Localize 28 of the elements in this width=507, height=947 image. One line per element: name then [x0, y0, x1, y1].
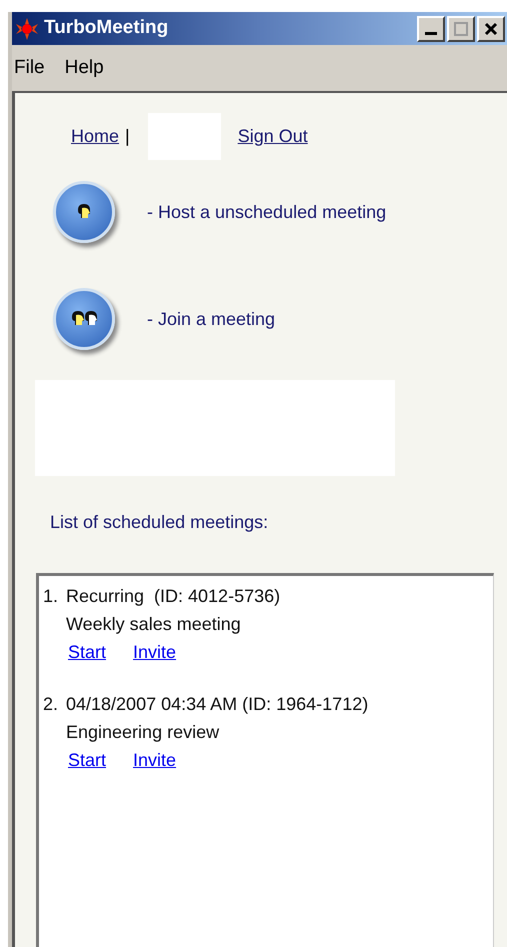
- menu-item[interactable]: File: [14, 54, 45, 82]
- list-heading: List of scheduled meetings:: [50, 511, 270, 534]
- item-number: 2.: [43, 693, 60, 716]
- meeting-link[interactable]: Invite: [133, 638, 176, 666]
- item-number: 1.: [43, 585, 60, 608]
- maximize-button[interactable]: [447, 16, 475, 42]
- close-button[interactable]: [477, 16, 505, 42]
- people-button[interactable]: [53, 288, 115, 350]
- meeting-title: Recurring (ID: 4012-5736): [66, 585, 280, 608]
- maximize-icon: [454, 22, 468, 36]
- minimize-icon: [425, 32, 437, 34]
- meeting-link[interactable]: Start: [68, 638, 106, 666]
- window-title: TurboMeeting: [44, 16, 168, 40]
- close-icon: [484, 22, 498, 36]
- separator: |: [125, 125, 130, 148]
- menu-item[interactable]: Help: [64, 54, 104, 82]
- meeting-description: Engineering review: [66, 722, 220, 742]
- meeting-link[interactable]: Start: [68, 746, 106, 774]
- action-link[interactable]: - Host a unscheduled meeting: [147, 198, 386, 226]
- minimize-button[interactable]: [417, 16, 445, 42]
- home-link[interactable]: Home: [71, 123, 120, 150]
- star-logo-icon: [16, 18, 38, 40]
- meeting-description: Weekly sales meeting: [66, 614, 241, 634]
- sign-out-link[interactable]: Sign Out: [238, 123, 308, 150]
- meeting-title: 04/18/2007 04:34 AM (ID: 1964-1712): [66, 693, 368, 716]
- meeting-link[interactable]: Invite: [133, 746, 176, 774]
- action-link[interactable]: - Join a meeting: [147, 306, 276, 332]
- person-button[interactable]: [53, 181, 115, 243]
